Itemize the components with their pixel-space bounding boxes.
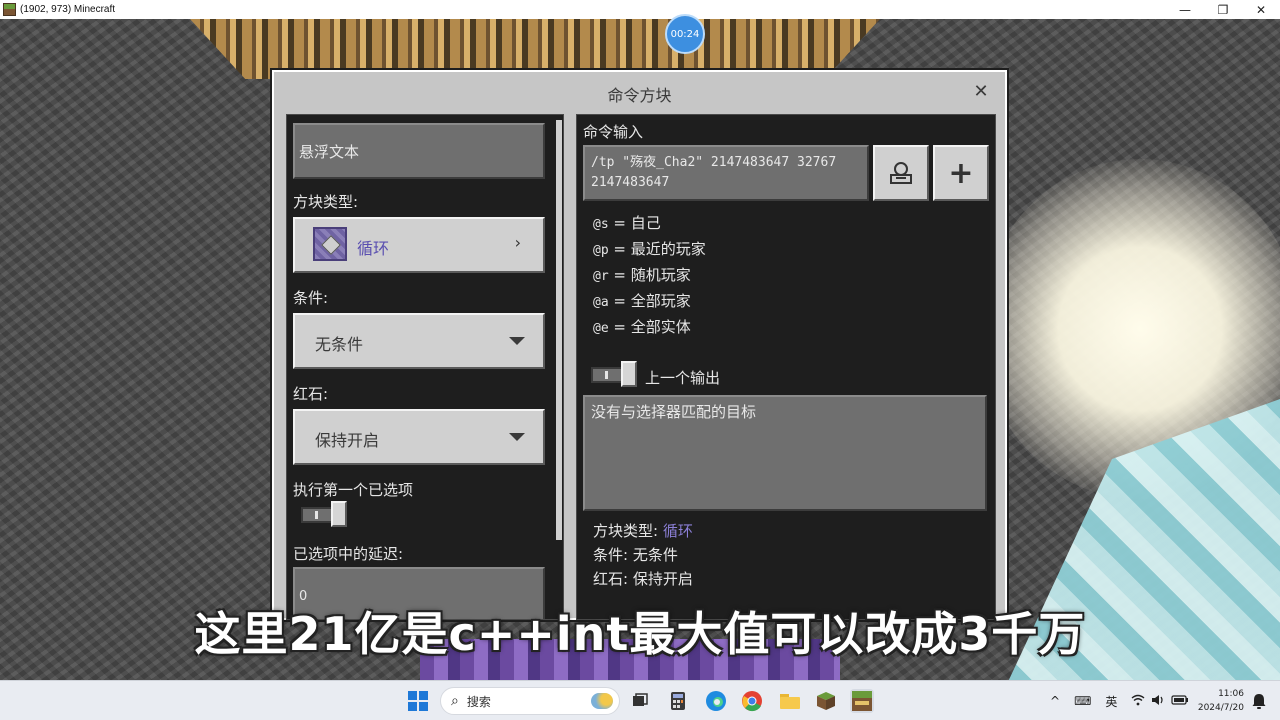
recording-timer[interactable]: 00:24 [665,14,705,54]
condition-value: 无条件 [315,335,364,354]
taskbar-clock[interactable]: 11:06 2024/7/20 [1198,687,1244,715]
taskbar-search-box[interactable]: ⌕ 搜索 [440,687,620,715]
input-language-indicator[interactable]: 英 [1105,693,1117,710]
command-line-1: /tp "殇夜_Cha2" 2147483647 32767 [591,155,837,170]
command-line-2: 2147483647 [591,175,670,190]
windows-start-icon[interactable] [406,689,430,713]
minecraft-launcher-icon[interactable] [814,689,838,713]
previous-output-label: 上一个输出 [645,369,721,387]
command-assistant-icon [890,162,912,184]
dialog-title: 命令方块 [607,86,672,105]
plus-icon: + [948,155,974,191]
clock-date: 2024/7/20 [1197,703,1244,713]
selector-item: @e = 全部实体 [593,318,691,336]
status-redstone: 红石: 保持开启 [593,570,693,588]
system-tray: ^ ⌨ 英 [1050,681,1189,720]
command-assistant-button[interactable] [873,145,929,201]
window-title: (1902, 973) Minecraft [20,4,116,15]
minecraft-taskbar-icon[interactable] [850,689,874,713]
block-type-value: 循环 [357,239,390,258]
minecraft-app-icon [3,3,16,16]
file-explorer-icon[interactable] [778,689,802,713]
minimize-button[interactable]: — [1166,0,1204,19]
redstone-dropdown[interactable]: 保持开启 [293,409,545,465]
edge-browser-icon[interactable] [704,689,728,713]
block-type-label: 方块类型: [293,193,359,211]
selector-item: @r = 随机玩家 [593,266,691,284]
selector-item: @s = 自己 [593,214,661,232]
wifi-icon[interactable] [1131,694,1145,709]
previous-output-box: 没有与选择器匹配的目标 [583,395,987,511]
chrome-browser-icon[interactable] [740,689,764,713]
search-icon: ⌕ [451,693,459,709]
toggle-knob [621,361,637,387]
settings-scrollbar[interactable] [556,120,562,540]
status-block-type: 方块类型: 循环 [593,522,693,540]
search-highlight-icon [591,693,613,709]
command-block-dialog: 命令方块 ✕ 悬浮文本 方块类型: 循环 › 条件: 无条件 红石: 保持开启 … [272,70,1007,620]
condition-dropdown[interactable]: 无条件 [293,313,545,369]
redstone-value: 保持开启 [315,431,380,450]
command-input[interactable]: /tp "殇夜_Cha2" 2147483647 32767 214748364… [583,145,869,201]
redstone-label: 红石: [293,385,329,403]
search-placeholder: 搜索 [466,694,491,709]
selector-help-list: @s = 自己 @p = 最近的玩家 @r = 随机玩家 @a = 全部玩家 @… [593,211,706,341]
execute-first-label: 执行第一个已选项 [293,481,414,499]
chevron-down-icon [509,433,525,441]
battery-icon[interactable] [1171,694,1189,708]
selector-item: @a = 全部玩家 [593,292,691,310]
command-input-label: 命令输入 [583,123,644,141]
window-title-bar: (1902, 973) Minecraft — ❐ ✕ [0,0,1280,19]
block-status: 方块类型: 循环 条件: 无条件 红石: 保持开启 [593,519,693,591]
video-subtitle: 这里21亿是c++int最大值可以改成3千万 [194,607,1086,661]
execute-first-toggle[interactable] [301,501,349,527]
close-window-button[interactable]: ✕ [1242,0,1280,19]
calculator-icon[interactable] [666,689,690,713]
cursor-icon: › [514,233,521,252]
notification-bell-icon[interactable] [1250,690,1268,712]
taskbar: ⌕ 搜索 ^ ⌨ 英 11:06 2024/7/20 [0,680,1280,720]
delay-label: 已选项中的延迟: [293,545,404,563]
clock-time: 11:06 [1218,689,1244,699]
command-pane: 命令输入 /tp "殇夜_Cha2" 2147483647 32767 2147… [576,114,996,620]
previous-output-text: 没有与选择器匹配的目标 [591,403,757,421]
chevron-down-icon [509,337,525,345]
add-button[interactable]: + [933,145,989,201]
volume-icon[interactable] [1151,694,1165,709]
status-condition: 条件: 无条件 [593,546,678,564]
repeating-command-block-icon [313,227,347,261]
condition-label: 条件: [293,289,329,307]
keyboard-icon[interactable]: ⌨ [1074,694,1091,708]
block-type-button[interactable]: 循环 › [293,217,545,273]
previous-output-toggle[interactable] [591,361,639,387]
tray-expand-icon[interactable]: ^ [1050,694,1060,708]
toggle-knob [331,501,347,527]
settings-pane: 悬浮文本 方块类型: 循环 › 条件: 无条件 红石: 保持开启 执行第一个已选… [286,114,564,620]
close-icon[interactable]: ✕ [971,82,991,102]
hover-text-placeholder: 悬浮文本 [299,143,360,161]
task-view-icon[interactable] [628,689,652,713]
maximize-button[interactable]: ❐ [1204,0,1242,19]
selector-item: @p = 最近的玩家 [593,240,706,258]
hover-text-input[interactable]: 悬浮文本 [293,123,545,179]
